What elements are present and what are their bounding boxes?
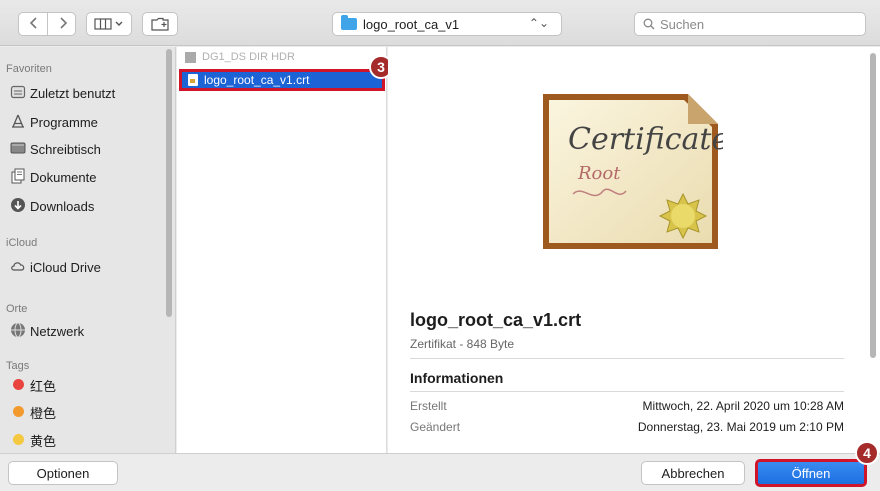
network-icon: [11, 322, 25, 338]
desktop-icon: [10, 142, 26, 154]
sidebar-item-recent[interactable]: Zuletzt benutzt: [10, 82, 171, 104]
sidebar-section-favorites: Favoriten: [6, 63, 52, 75]
preview-file-info: Zertifikat - 848 Byte: [410, 337, 515, 351]
forward-button[interactable]: [48, 16, 77, 32]
sidebar-tag-yellow[interactable]: 黄色: [13, 429, 171, 451]
new-folder-button[interactable]: [142, 12, 178, 36]
cloud-icon: [11, 262, 25, 271]
sidebar-item-label: Dokumente: [30, 169, 97, 185]
sidebar-item-label: Netzwerk: [30, 323, 85, 339]
selected-file-label: logo_root_ca_v1.crt: [204, 73, 310, 87]
sidebar-item-label: 红色: [30, 378, 57, 394]
sidebar-tag-red[interactable]: 红色: [13, 374, 171, 396]
options-button[interactable]: Optionen: [8, 461, 118, 485]
footer: Optionen Abbrechen Öffnen: [0, 453, 880, 491]
file-column: DG1_DS DIR HDR logo_root_ca_v1.crt: [177, 47, 387, 453]
sidebar-item-label: 黄色: [30, 433, 57, 449]
sidebar: Favoriten Zuletzt benutzt Programme Schr…: [0, 47, 176, 453]
sidebar-item-downloads[interactable]: Downloads: [11, 195, 171, 217]
applications-icon: [12, 114, 24, 128]
divider: [410, 358, 844, 359]
chevron-right-icon: [59, 16, 67, 29]
sidebar-item-applications[interactable]: Programme: [12, 111, 171, 133]
options-button-label: Optionen: [36, 465, 90, 481]
sidebar-item-label: Zuletzt benutzt: [30, 85, 116, 101]
info-value: Donnerstag, 23. Mai 2019 um 2:10 PM: [637, 420, 844, 434]
selected-file-row[interactable]: logo_root_ca_v1.crt: [179, 69, 385, 91]
tag-color-dot: [13, 379, 24, 390]
search-placeholder: Suchen: [660, 16, 705, 32]
preview-file-name: logo_root_ca_v1.crt: [410, 310, 582, 330]
folder-icon: [341, 15, 357, 30]
sidebar-item-icloud-drive[interactable]: iCloud Drive: [11, 256, 171, 278]
tag-color-dot: [13, 406, 24, 417]
certificate-subtitle: Root: [577, 163, 621, 184]
search-icon: [643, 18, 655, 30]
info-heading: Informationen: [410, 370, 504, 386]
path-popup[interactable]: logo_root_ca_v1 ⌃⌄: [332, 12, 562, 36]
seal-icon: [658, 192, 708, 240]
recent-icon: [10, 85, 26, 99]
sidebar-item-label: iCloud Drive: [30, 259, 101, 275]
cancel-button-label: Abbrechen: [661, 465, 725, 481]
sidebar-item-documents[interactable]: Dokumente: [11, 166, 171, 188]
search-field[interactable]: Suchen: [634, 12, 866, 36]
step-badge-4: 4: [855, 441, 879, 465]
info-value: Mittwoch, 22. April 2020 um 10:28 AM: [642, 399, 844, 413]
updown-chevron-icon: ⌃⌄: [528, 16, 549, 30]
info-row-created: Erstellt Mittwoch, 22. April 2020 um 10:…: [410, 399, 844, 413]
open-button-label: Öffnen: [791, 465, 831, 481]
new-folder-icon: [151, 17, 169, 31]
sidebar-item-label: Programme: [30, 114, 98, 130]
sidebar-item-label: Downloads: [30, 198, 95, 214]
column-view-icon: [94, 18, 123, 30]
path-label: logo_root_ca_v1: [363, 16, 460, 32]
nav-buttons: [18, 12, 76, 36]
certificate-title: Certificate: [568, 122, 723, 157]
sidebar-item-desktop[interactable]: Schreibtisch: [10, 138, 171, 160]
toolbar: logo_root_ca_v1 ⌃⌄ Suchen: [0, 0, 880, 46]
sidebar-tag-orange[interactable]: 橙色: [13, 401, 171, 423]
sidebar-section-tags: Tags: [6, 360, 30, 372]
chevron-left-icon: [29, 16, 37, 29]
preview-scrollbar[interactable]: [870, 53, 876, 358]
list-item-ghost: DG1_DS DIR HDR: [185, 51, 295, 63]
info-key: Erstellt: [410, 399, 447, 413]
tag-color-dot: [13, 434, 24, 445]
sidebar-item-label: 橙色: [30, 405, 57, 421]
folder-icon: [185, 51, 196, 63]
sidebar-scrollbar[interactable]: [166, 49, 172, 317]
cancel-button[interactable]: Abbrechen: [641, 461, 745, 485]
back-button[interactable]: [19, 16, 48, 32]
info-row-modified: Geändert Donnerstag, 23. Mai 2019 um 2:1…: [410, 420, 844, 434]
downloads-icon: [11, 198, 25, 212]
sidebar-section-icloud: iCloud: [6, 237, 38, 249]
list-item-label: DG1_DS DIR HDR: [202, 51, 295, 63]
sidebar-item-network[interactable]: Netzwerk: [11, 320, 171, 342]
documents-icon: [11, 168, 25, 184]
preview-pane: Certificate Root logo_root_ca_v1.crt Zer…: [388, 47, 880, 453]
view-mode-button[interactable]: [86, 12, 132, 36]
info-key: Geändert: [410, 420, 461, 434]
sidebar-section-places: Orte: [6, 303, 28, 315]
open-button[interactable]: Öffnen: [755, 459, 867, 487]
sidebar-item-label: Schreibtisch: [30, 141, 101, 157]
divider: [410, 391, 844, 392]
certificate-document-icon: Certificate Root: [543, 94, 723, 249]
certificate-file-icon: [188, 74, 198, 86]
